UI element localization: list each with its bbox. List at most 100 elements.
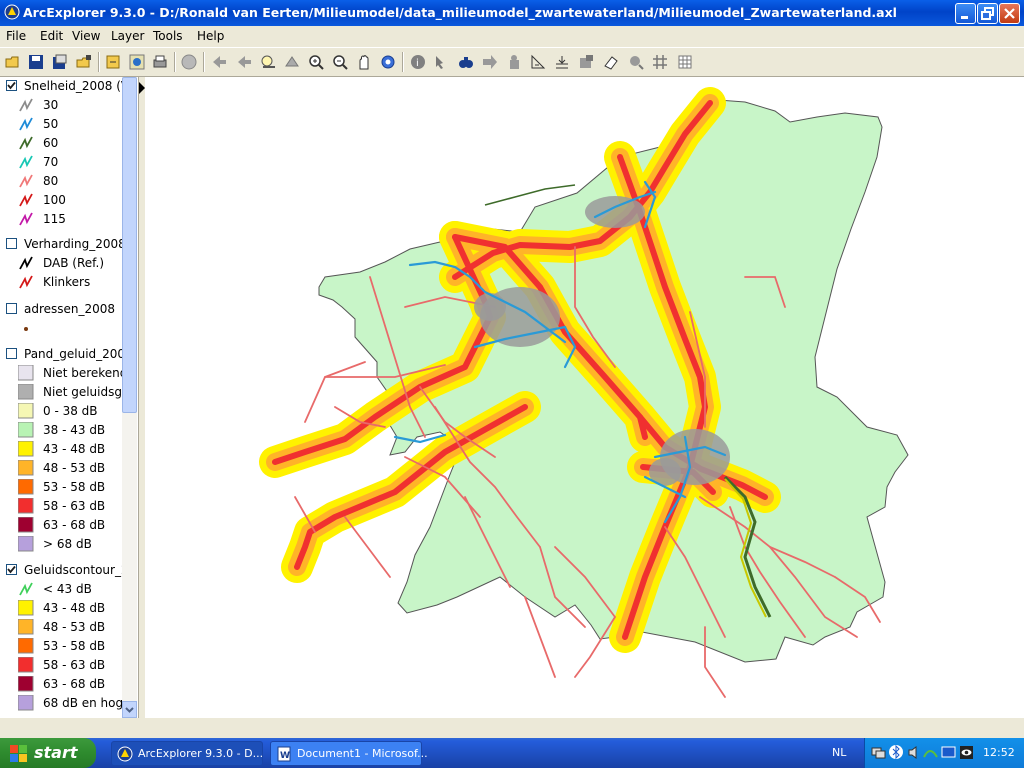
legend-item: Niet berekend: [0, 364, 122, 382]
clear-icon[interactable]: [603, 54, 619, 70]
layer-visibility-checkbox[interactable]: [6, 303, 17, 314]
identify-icon[interactable]: i: [410, 54, 426, 70]
legend-item: 115: [0, 210, 122, 228]
open-icon[interactable]: [5, 54, 21, 70]
window-title: ArcExplorer 9.3.0 - D:/Ronald van Eerten…: [23, 5, 897, 20]
restore-button[interactable]: [977, 3, 998, 24]
layer-name: Geluidscontour_2: [24, 563, 122, 577]
measure-icon[interactable]: [530, 54, 546, 70]
layer-visibility-checkbox[interactable]: [6, 348, 17, 359]
line-symbol-icon: [19, 256, 33, 270]
zoom-layer-icon[interactable]: [284, 54, 300, 70]
zoom-out-icon[interactable]: [332, 54, 348, 70]
legend-label: 70: [43, 155, 59, 169]
wireless-icon[interactable]: [923, 745, 938, 760]
start-button[interactable]: start: [0, 738, 96, 768]
legend-label: > 68 dB: [43, 537, 92, 551]
eye-icon[interactable]: [959, 745, 974, 760]
minimize-icon: [961, 16, 968, 19]
minimize-button[interactable]: [955, 3, 976, 24]
map-canvas[interactable]: [145, 77, 1024, 718]
task-arcexplorer[interactable]: ArcExplorer 9.3.0 - D...: [111, 741, 263, 766]
query-icon[interactable]: [554, 54, 570, 70]
scrollbar-thumb[interactable]: [122, 77, 137, 413]
layer-visibility-checkbox[interactable]: [6, 80, 17, 91]
menu-file[interactable]: File: [6, 29, 26, 43]
map-view[interactable]: [145, 77, 1024, 718]
line-symbol-icon: [19, 117, 33, 131]
menu-tools[interactable]: Tools: [153, 29, 183, 43]
toc-scrollbar[interactable]: [122, 77, 137, 718]
menu-edit[interactable]: Edit: [40, 29, 63, 43]
legend-label: Niet berekend: [43, 366, 122, 380]
legend-label: 63 - 68 dB: [43, 677, 106, 691]
scroll-down-button[interactable]: [122, 701, 137, 718]
layer-visibility-checkbox[interactable]: [6, 238, 17, 249]
stop-icon[interactable]: [181, 54, 197, 70]
fill-symbol-icon: [18, 403, 34, 419]
route-icon[interactable]: [482, 54, 498, 70]
layer-name: Pand_geluid_200: [24, 347, 122, 361]
legend-item: 58 - 63 dB: [0, 656, 122, 674]
legend-label: 53 - 58 dB: [43, 480, 106, 494]
line-symbol-icon: [19, 174, 33, 188]
menu-view[interactable]: View: [72, 29, 100, 43]
menu-bar: File Edit View Layer Tools Help: [0, 26, 1024, 46]
save-as-icon[interactable]: [52, 54, 68, 70]
legend-label: 60: [43, 136, 59, 150]
add-data-icon[interactable]: [129, 54, 145, 70]
zoom-full-icon[interactable]: [260, 54, 276, 70]
speaker-icon[interactable]: [907, 745, 922, 760]
legend-item: 53 - 58 dB: [0, 637, 122, 655]
fill-symbol-icon: [18, 460, 34, 476]
menu-help[interactable]: Help: [197, 29, 224, 43]
legend-label: 68 dB en hoge: [43, 696, 122, 710]
forward-icon[interactable]: [236, 54, 252, 70]
legend-label: 63 - 68 dB: [43, 518, 106, 532]
table-icon[interactable]: [677, 54, 693, 70]
layer-row-1[interactable]: Verharding_2008: [0, 235, 122, 253]
open-folder-icon[interactable]: [76, 54, 92, 70]
layer-row-4[interactable]: Geluidscontour_2: [0, 561, 122, 579]
arcexplorer-icon: [4, 4, 20, 20]
legend-label: 48 - 53 dB: [43, 620, 106, 634]
layer-visibility-checkbox[interactable]: [6, 564, 17, 575]
town-genemuiden-west: [474, 293, 506, 321]
export-icon[interactable]: [105, 54, 121, 70]
point-symbol-icon: [24, 327, 28, 331]
legend-item: 43 - 48 dB: [0, 440, 122, 458]
display-icon[interactable]: [941, 745, 956, 760]
title-bar[interactable]: ArcExplorer 9.3.0 - D:/Ronald van Eerten…: [0, 0, 1024, 26]
pan-icon[interactable]: [356, 54, 372, 70]
layer-row-0[interactable]: Snelheid_2008 (V: [0, 77, 122, 95]
zoom-in-icon[interactable]: [308, 54, 324, 70]
language-indicator[interactable]: NL: [832, 746, 846, 759]
legend-label: 100: [43, 193, 66, 207]
word-icon: W: [277, 746, 291, 762]
grid-icon[interactable]: [652, 54, 668, 70]
layer-row-2[interactable]: adressen_2008: [0, 300, 122, 318]
fill-symbol-icon: [18, 619, 34, 635]
layer-name: Verharding_2008: [24, 237, 122, 251]
bluetooth-icon[interactable]: [889, 745, 904, 760]
fill-symbol-icon: [18, 365, 34, 381]
legend-item: 63 - 68 dB: [0, 675, 122, 693]
layer-row-3[interactable]: Pand_geluid_200: [0, 345, 122, 363]
locate-icon[interactable]: [506, 54, 522, 70]
buffer-icon[interactable]: [628, 54, 644, 70]
find-icon[interactable]: [458, 54, 474, 70]
menu-layer[interactable]: Layer: [111, 29, 144, 43]
fill-symbol-icon: [18, 384, 34, 400]
save-icon[interactable]: [28, 54, 44, 70]
close-button[interactable]: [999, 3, 1020, 24]
chevron-down-icon: [125, 707, 134, 713]
hyperlink-icon[interactable]: [434, 54, 450, 70]
taskbar: start ArcExplorer 9.3.0 - D... W Documen…: [0, 738, 1024, 768]
print-icon[interactable]: [152, 54, 168, 70]
network-icon[interactable]: [871, 745, 886, 760]
layer-name: adressen_2008: [24, 302, 116, 316]
task-word-document[interactable]: W Document1 - Microsof...: [270, 741, 428, 766]
select-icon[interactable]: [578, 54, 594, 70]
refresh-icon[interactable]: [380, 54, 396, 70]
back-icon[interactable]: [211, 54, 227, 70]
